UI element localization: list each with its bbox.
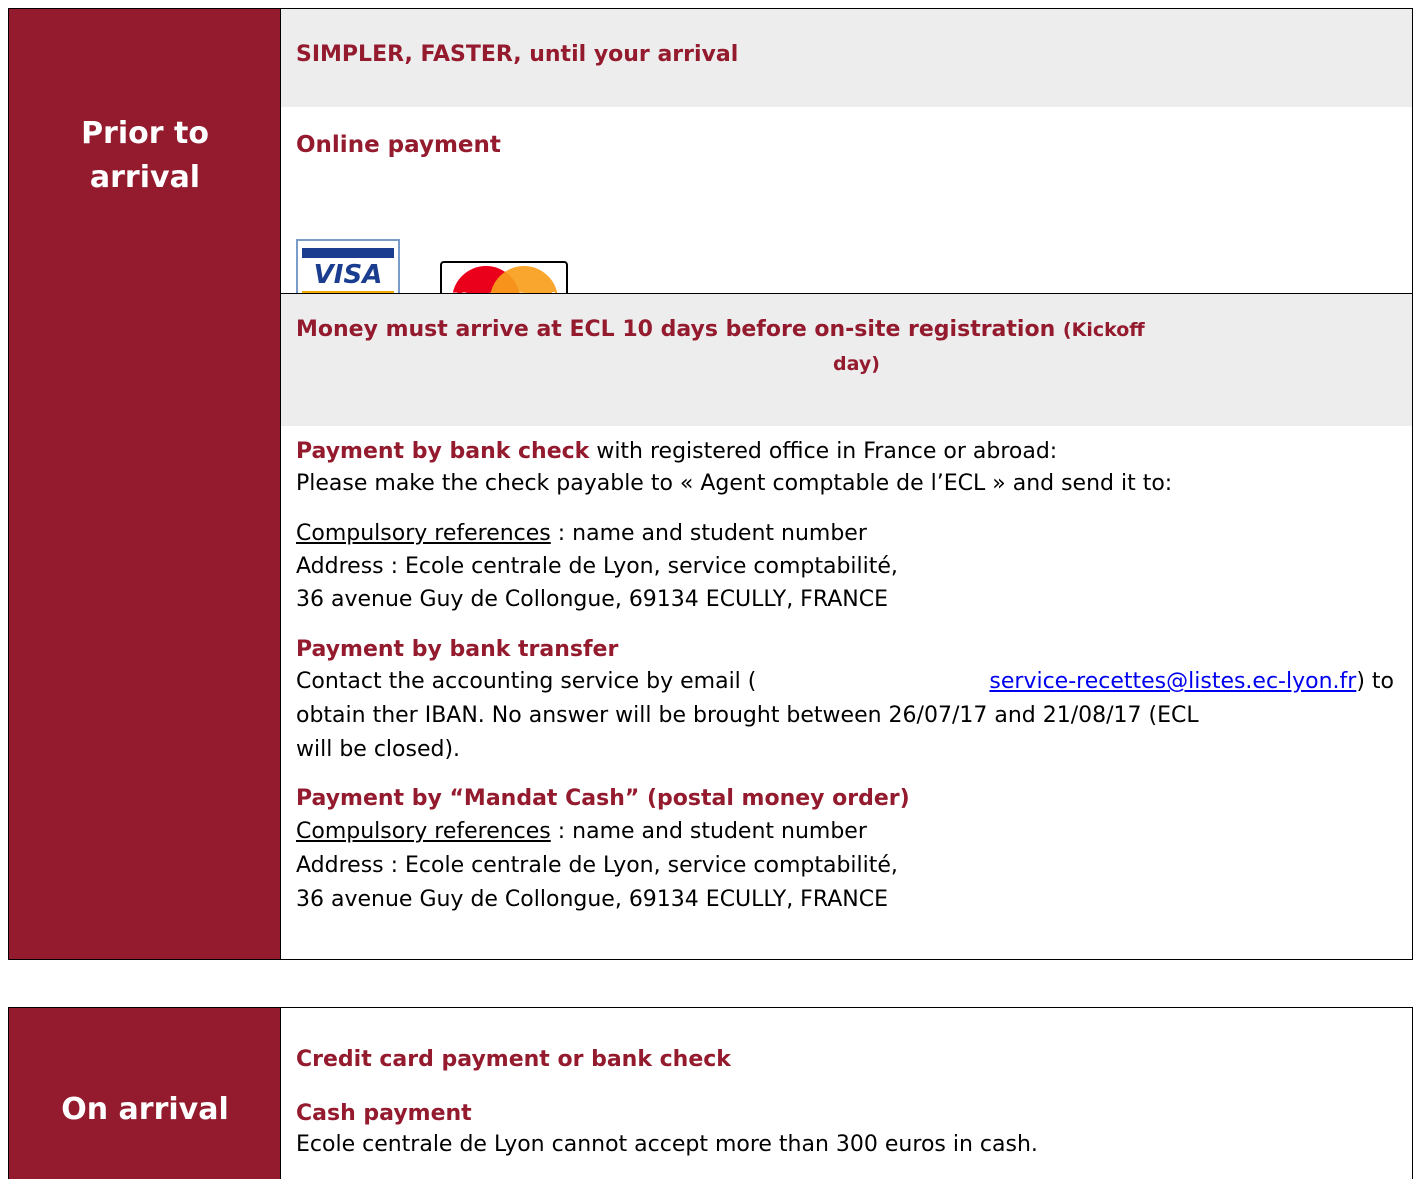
tagline-cell: SIMPLER, FASTER, until your arrival xyxy=(281,9,1412,107)
prior-label-line1: Prior to xyxy=(81,116,209,151)
mandat-references-label: Compulsory references xyxy=(296,819,551,844)
on-arrival-label: On arrival xyxy=(61,1092,229,1127)
bank-check-title-rest: with registered office in France or abro… xyxy=(589,439,1058,464)
deadline-main: Money must arrive at ECL 10 days before … xyxy=(296,317,1056,342)
bank-check-address1: Address : Ecole centrale de Lyon, servic… xyxy=(296,554,898,579)
online-payment-title: Online payment xyxy=(296,132,501,158)
bank-transfer-title: Payment by bank transfer xyxy=(296,637,619,662)
prior-label-line2: arrival xyxy=(89,160,201,195)
bank-transfer-line3: will be closed). xyxy=(296,737,461,762)
deadline-cell: Money must arrive at ECL 10 days before … xyxy=(281,294,1412,426)
prior-to-arrival-sidebar: Prior to arrival xyxy=(9,9,281,959)
bank-check-address2: 36 avenue Guy de Collongue, 69134 ECULLY… xyxy=(296,587,888,612)
mandat-cash-title: Payment by “Mandat Cash” (postal money o… xyxy=(296,786,910,811)
payment-methods-cell: Payment by bank check with registered of… xyxy=(281,426,1412,959)
mandat-references-rest: : name and student number xyxy=(550,819,867,844)
deadline-small2: day) xyxy=(833,353,880,375)
online-payment-cell: Online payment VISA MasterCard R xyxy=(281,107,1412,339)
on-arrival-table: On arrival Credit card payment or bank c… xyxy=(8,1007,1413,1179)
tagline: SIMPLER, FASTER, until your arrival xyxy=(296,42,739,67)
visa-logo-text: VISA xyxy=(313,260,383,290)
cash-payment-title: Cash payment xyxy=(296,1101,472,1126)
on-arrival-cell: Credit card payment or bank check Cash p… xyxy=(281,1008,1412,1179)
bank-transfer-line1-pre: Contact the accounting service by email … xyxy=(296,669,757,694)
cash-payment-text: Ecole centrale de Lyon cannot accept mor… xyxy=(296,1132,1038,1157)
on-arrival-sidebar: On arrival xyxy=(9,1008,281,1179)
references-rest: : name and student number xyxy=(550,521,867,546)
email-link[interactable]: service-recettes@listes.ec-lyon.fr xyxy=(989,669,1356,694)
mandat-address2: 36 avenue Guy de Collongue, 69134 ECULLY… xyxy=(296,887,888,912)
deadline-small1: (Kickoff xyxy=(1062,319,1145,341)
card-or-check-title: Credit card payment or bank check xyxy=(296,1047,731,1072)
bank-transfer-line1-post: ) to xyxy=(1356,669,1394,694)
bank-check-references: Compulsory references : name and student… xyxy=(296,518,867,549)
mandat-references: Compulsory references : name and student… xyxy=(296,816,867,847)
bank-check-line1: Payment by bank check with registered of… xyxy=(296,436,1057,467)
bank-transfer-line2: obtain ther IBAN. No answer will be brou… xyxy=(296,703,1199,728)
mandat-address1: Address : Ecole centrale de Lyon, servic… xyxy=(296,853,898,878)
bank-transfer-line1: Contact the accounting service by email … xyxy=(296,666,1394,697)
prior-to-arrival-table: Prior to arrival SIMPLER, FASTER, until … xyxy=(8,8,1413,960)
deadline-text: Money must arrive at ECL 10 days before … xyxy=(296,317,1145,342)
bank-check-title: Payment by bank check xyxy=(296,439,590,464)
references-label: Compulsory references xyxy=(296,521,551,546)
bank-check-line2: Please make the check payable to « Agent… xyxy=(296,471,1173,496)
